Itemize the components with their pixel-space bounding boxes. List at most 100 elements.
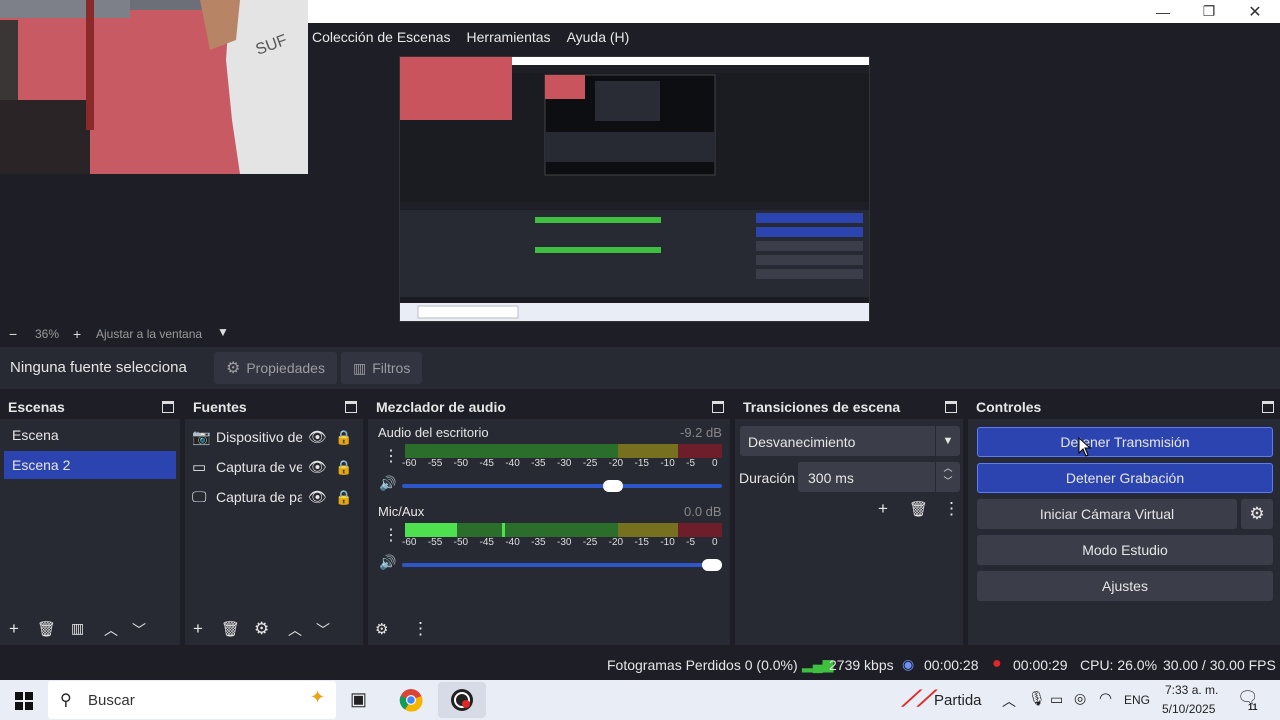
audio-meter xyxy=(405,444,722,458)
language-indicator[interactable]: ENG xyxy=(1124,693,1150,707)
meter-tick-label: -60 xyxy=(402,537,417,548)
pinned-app-label[interactable]: Partida xyxy=(934,692,982,709)
webcam-overlay: SUF xyxy=(0,0,308,174)
sources-title: Fuentes xyxy=(185,395,363,419)
remove-scene-icon[interactable]: 🗑 xyxy=(37,620,56,638)
meter-tick-label: -50 xyxy=(453,458,469,469)
undock-icon[interactable] xyxy=(345,401,357,413)
fit-to-window[interactable]: Ajustar a la ventana xyxy=(96,327,202,341)
task-view-icon[interactable]: ▣ xyxy=(350,689,367,710)
controls-title: Controles xyxy=(968,395,1280,419)
dropped-frames: Fotogramas Perdidos 0 (0.0%) xyxy=(607,657,798,673)
virtual-camera-settings-gear-icon[interactable]: ⚙ xyxy=(1241,499,1273,529)
partida-logo-icon[interactable]: ⟋⟋ xyxy=(902,686,933,712)
properties-button[interactable]: ⚙ Propiedades xyxy=(214,352,337,384)
studio-mode-button[interactable]: Modo Estudio xyxy=(977,535,1273,565)
filters-button[interactable]: ▥ Filtros xyxy=(341,352,423,384)
move-down-icon[interactable]: ﹀ xyxy=(316,620,330,640)
microphone-icon[interactable]: 🎙 xyxy=(1028,690,1046,707)
menu-bar: Colección de Escenas Herramientas Ayuda … xyxy=(308,23,1280,50)
filter-icon: ▥ xyxy=(353,359,367,376)
settings-button[interactable]: Ajustes xyxy=(977,571,1273,601)
mixer-title-text: Mezclador de audio xyxy=(376,399,506,415)
menu-help[interactable]: Ayuda (H) xyxy=(567,29,630,45)
lock-icon[interactable]: 🔒 xyxy=(335,489,352,506)
add-transition-icon[interactable]: + xyxy=(878,499,888,519)
clock-time[interactable]: 7:33 a. m. xyxy=(1165,683,1218,697)
source-label: Captura de ver xyxy=(216,459,302,475)
undock-icon[interactable] xyxy=(1262,401,1274,413)
windows-start-icon[interactable] xyxy=(15,692,33,710)
advanced-audio-icon[interactable]: ⚙ xyxy=(375,620,388,638)
location-icon[interactable]: ◎ xyxy=(1074,690,1086,707)
volume-slider-handle[interactable] xyxy=(603,480,624,492)
program-preview[interactable] xyxy=(399,56,870,322)
add-source-icon[interactable]: + xyxy=(193,619,203,639)
preview-screen-capture xyxy=(400,57,869,321)
show-hidden-icons-chevron-icon[interactable]: ︿ xyxy=(1002,691,1016,711)
volume-slider-handle[interactable] xyxy=(702,559,723,571)
transition-select[interactable]: Desvanecimiento ▼ xyxy=(740,426,960,456)
battery-icon[interactable]: ▭ xyxy=(1050,691,1063,708)
search-placeholder: Buscar xyxy=(88,692,135,709)
record-icon: ● xyxy=(992,655,1002,672)
move-up-icon[interactable]: ︿ xyxy=(104,620,118,640)
volume-slider[interactable] xyxy=(402,480,722,492)
chevron-down-icon: ▼ xyxy=(935,426,960,456)
zoom-out-button[interactable]: − xyxy=(9,326,17,342)
zoom-dropdown-icon[interactable]: ▼ xyxy=(217,325,229,339)
source-item[interactable]: 🖵 Captura de pa 👁 🔒 xyxy=(192,483,362,511)
undock-icon[interactable] xyxy=(712,401,724,413)
meter-tick-label: -30 xyxy=(557,537,572,548)
obs-taskbar-button[interactable] xyxy=(438,682,486,718)
more-options-icon[interactable]: ⋮ xyxy=(383,525,399,545)
mixer-menu-icon[interactable]: ⋮ xyxy=(412,619,429,639)
stop-recording-button[interactable]: Detener Grabación xyxy=(977,463,1273,493)
sources-title-text: Fuentes xyxy=(193,399,247,415)
stop-streaming-button[interactable]: Detener Transmisión xyxy=(977,427,1273,457)
lock-icon[interactable]: 🔒 xyxy=(335,459,352,476)
chrome-icon[interactable] xyxy=(399,688,423,712)
scene-filters-icon[interactable]: ▥ xyxy=(71,620,84,637)
transition-menu-icon[interactable]: ⋮ xyxy=(943,499,960,519)
transitions-title-text: Transiciones de escena xyxy=(743,399,901,415)
menu-tools[interactable]: Herramientas xyxy=(467,29,551,45)
minimize-button[interactable]: — xyxy=(1140,0,1186,23)
controls-title-text: Controles xyxy=(976,399,1042,415)
source-properties-icon[interactable]: ⚙ xyxy=(254,619,269,639)
taskbar-search-box[interactable]: ⚲ Buscar ✦ xyxy=(48,681,336,719)
meter-scale: -60 -55 -50 -45 -40 -35 -30 -25 -20 -15 -10 -5 0 xyxy=(400,458,726,470)
menu-scene-collection[interactable]: Colección de Escenas xyxy=(312,29,451,45)
remove-source-icon[interactable]: 🗑 xyxy=(221,620,240,638)
volume-slider[interactable] xyxy=(402,559,723,571)
move-down-icon[interactable]: ﹀ xyxy=(132,620,146,640)
undock-icon[interactable] xyxy=(945,401,957,413)
clock-date[interactable]: 5/10/2025 xyxy=(1162,702,1215,716)
visibility-eye-icon[interactable]: 👁 xyxy=(308,428,327,446)
volume-icon[interactable]: 🔊 xyxy=(379,554,396,571)
undock-icon[interactable] xyxy=(162,401,174,413)
move-up-icon[interactable]: ︿ xyxy=(288,620,302,640)
source-item[interactable]: 📷 Dispositivo de 👁 🔒 xyxy=(192,423,362,451)
close-button[interactable]: ✕ xyxy=(1232,0,1278,23)
scene-item[interactable]: Escena xyxy=(4,421,176,449)
track-name: Audio del escritorio xyxy=(378,425,489,440)
remove-transition-icon[interactable]: 🗑 xyxy=(909,500,928,518)
visibility-eye-icon[interactable]: 👁 xyxy=(308,488,327,506)
start-virtual-camera-button[interactable]: Iniciar Cámara Virtual xyxy=(977,499,1237,529)
more-options-icon[interactable]: ⋮ xyxy=(383,446,399,466)
zoom-in-button[interactable]: + xyxy=(73,326,81,342)
stepper-arrows-icon[interactable]: ︿ ﹀ xyxy=(935,462,960,492)
duration-spinbox[interactable]: 300 ms ︿ ﹀ xyxy=(798,462,960,492)
volume-icon[interactable]: 🔊 xyxy=(379,475,396,492)
scene-item-selected[interactable]: Escena 2 xyxy=(4,451,176,479)
track-db: 0.0 dB xyxy=(684,504,722,519)
add-scene-icon[interactable]: + xyxy=(9,619,19,639)
source-item[interactable]: ▭ Captura de ver 👁 🔒 xyxy=(192,453,362,481)
lock-icon[interactable]: 🔒 xyxy=(335,429,352,446)
restore-button[interactable]: ❐ xyxy=(1186,0,1232,23)
visibility-eye-icon[interactable]: 👁 xyxy=(308,458,327,476)
wifi-icon[interactable]: ◠ xyxy=(1099,689,1112,707)
meter-tick-label: -40 xyxy=(505,537,520,548)
obs-icon xyxy=(451,689,473,711)
